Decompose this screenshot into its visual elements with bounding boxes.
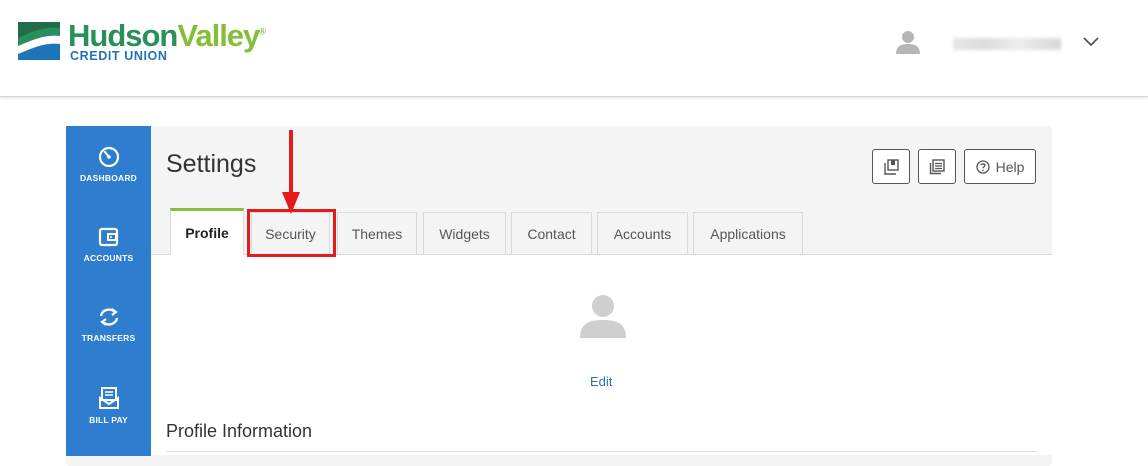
page-title: Settings — [166, 150, 257, 178]
tab-applications[interactable]: Applications — [693, 212, 803, 254]
top-header: HudsonValley® CREDIT UNION — [0, 0, 1148, 97]
hudson-valley-logo[interactable]: HudsonValley® CREDIT UNION — [18, 18, 278, 68]
help-button[interactable]: Help — [964, 149, 1036, 184]
user-name-redacted[interactable] — [953, 38, 1061, 50]
print-list-icon — [929, 158, 945, 174]
tab-widgets[interactable]: Widgets — [423, 212, 506, 254]
sidebar-item-dashboard[interactable]: DASHBOARD — [66, 146, 151, 216]
help-label: Help — [995, 158, 1025, 175]
bill-icon — [98, 387, 119, 409]
tab-themes[interactable]: Themes — [337, 212, 417, 254]
document-stack-icon — [884, 158, 899, 175]
profile-information-heading: Profile Information — [166, 421, 313, 441]
sidebar-item-transfers[interactable]: TRANSFERS — [66, 306, 151, 376]
logo-subtitle: CREDIT UNION — [70, 49, 168, 63]
edit-profile-photo-link[interactable]: Edit — [590, 374, 612, 389]
chevron-down-icon[interactable] — [1083, 37, 1099, 47]
logo-trademark: ® — [259, 26, 266, 37]
section-divider — [166, 451, 1036, 452]
tab-accounts[interactable]: Accounts — [597, 212, 688, 254]
gauge-icon — [98, 146, 119, 168]
logo-name-part1: Hudson — [68, 18, 178, 53]
sidebar-label-dashboard: DASHBOARD — [79, 173, 138, 183]
sidebar-item-accounts[interactable]: ACCOUNTS — [66, 226, 151, 296]
side-navigation: DASHBOARD ACCOUNTS TRANSFERS BILL PAY — [66, 126, 151, 456]
sidebar-label-transfers: TRANSFERS — [81, 333, 136, 343]
logo-mark-icon — [18, 22, 60, 60]
logo-name-part2: Valley — [177, 18, 260, 53]
question-circle-icon — [975, 159, 990, 174]
print-page-button[interactable] — [918, 149, 956, 184]
user-icon[interactable] — [895, 29, 921, 55]
tab-profile[interactable]: Profile — [170, 208, 244, 255]
profile-avatar-icon — [580, 295, 626, 338]
red-arrow-annotation — [282, 130, 300, 214]
tab-contact[interactable]: Contact — [511, 212, 592, 254]
sidebar-label-accounts: ACCOUNTS — [83, 253, 134, 263]
wallet-icon — [98, 227, 118, 247]
sidebar-label-bill-pay: BILL PAY — [89, 415, 128, 425]
print-statement-button[interactable] — [872, 149, 910, 184]
transfer-icon — [99, 308, 118, 326]
sidebar-item-bill-pay[interactable]: BILL PAY — [66, 386, 151, 456]
security-tab-highlight — [247, 209, 336, 257]
